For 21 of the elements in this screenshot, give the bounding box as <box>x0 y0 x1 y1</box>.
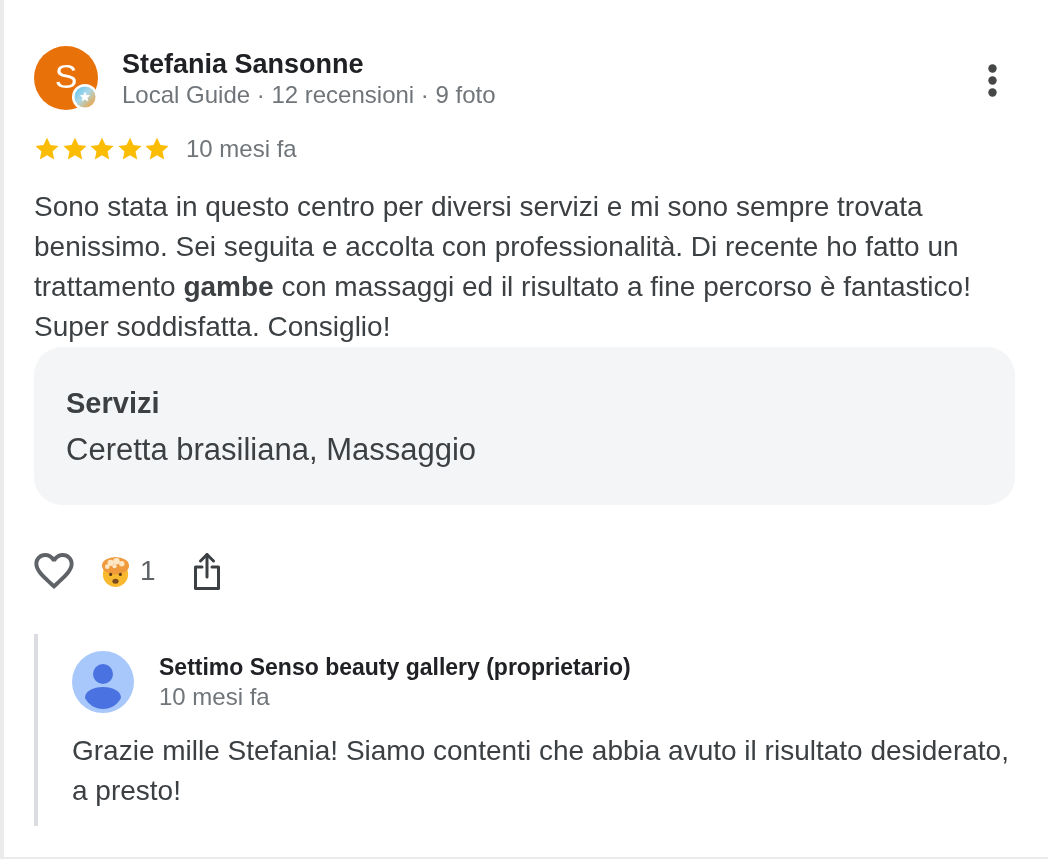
share-button[interactable] <box>191 551 222 591</box>
star-icon <box>34 136 60 162</box>
star-icon <box>116 136 143 162</box>
share-icon <box>192 551 221 591</box>
reply-time: 10 mesi fa <box>159 682 270 712</box>
reply-text: Grazie mille Stefania! Siamo contenti che abbia avuto il risultato desiderato, a presto! <box>72 734 1010 808</box>
more-vertical-icon <box>987 63 997 97</box>
reaction-button[interactable]: 1 <box>100 551 156 591</box>
services-list: Ceretta brasiliana, Massaggio <box>66 430 477 470</box>
services-title: Servizi <box>66 386 160 421</box>
reviewer-name[interactable]: Stefania Sansonne <box>122 48 364 80</box>
reviewer-meta: Local Guide · 12 recensioni · 9 foto <box>122 80 496 110</box>
star-icon <box>61 136 88 162</box>
star-icon <box>89 136 115 162</box>
owner-name: Settimo Senso beauty gallery (proprietario) <box>159 653 631 682</box>
exploding-head-emoji-icon <box>100 555 131 587</box>
user-avatar-icon <box>72 651 134 713</box>
avatar-initial: S <box>54 56 78 96</box>
review-text: Sono stata in questo centro per diversi servizi e mi sono sempre trovata benissimo. Sei seguita e accolta con professionalità. Di recente ho fatto un trattamento gambe con massaggi ed il risultato a fine percorso è fantastico! Super soddisfatta. Consiglio! <box>34 190 972 344</box>
review-time: 10 mesi fa <box>186 134 297 164</box>
star-icon <box>144 136 170 162</box>
